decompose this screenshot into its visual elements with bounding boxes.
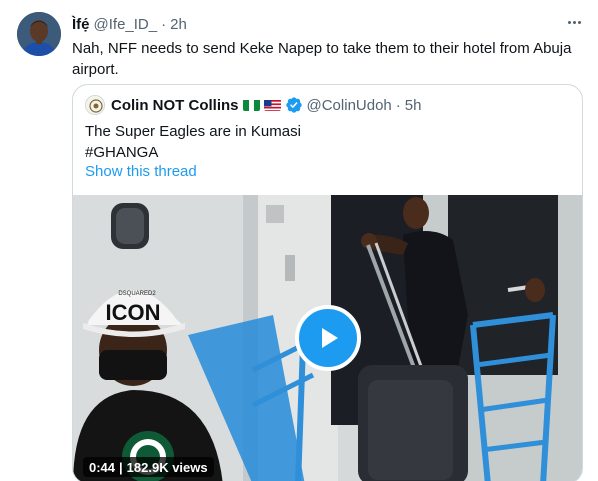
quoted-tweet[interactable]: Colin NOT Collins @ColinUdoh · 5h The Su… — [72, 84, 583, 481]
tweet-timestamp[interactable]: 2h — [170, 16, 187, 33]
play-button[interactable] — [295, 305, 361, 371]
cap-print-text: ICON — [106, 300, 161, 325]
tweet-text: Nah, NFF needs to send Keke Napep to tak… — [72, 40, 572, 78]
video-duration: 0:44 — [89, 459, 116, 475]
play-icon — [322, 328, 338, 348]
video-player[interactable]: ICON DSQUARED2 0:44 | 182.9K views — [73, 195, 582, 481]
tweet-header: Ìfẹ́ @Ife_ID_ · 2h — [72, 14, 187, 34]
quoted-tweet-text: The Super Eagles are in Kumasi #GHANGA — [85, 121, 565, 163]
nigeria-flag-icon — [242, 99, 260, 111]
verified-badge-icon — [285, 96, 303, 114]
quoted-author-avatar — [85, 95, 105, 115]
author-avatar[interactable] — [17, 12, 61, 56]
video-views: 182.9K views — [126, 459, 208, 475]
badge-separator: | — [119, 459, 123, 475]
author-name[interactable]: Ìfẹ́ — [72, 16, 90, 33]
separator-dot: · — [395, 96, 401, 114]
quoted-text-line: The Super Eagles are in Kumasi — [85, 123, 301, 140]
separator-dot: · — [161, 15, 167, 33]
author-handle[interactable]: @Ife_ID_ — [94, 16, 158, 33]
video-stats-badge: 0:44 | 182.9K views — [83, 457, 214, 477]
cap-brand-text: DSQUARED2 — [118, 291, 156, 297]
quoted-tweet-timestamp[interactable]: 5h — [405, 97, 422, 114]
quoted-tweet-header: Colin NOT Collins @ColinUdoh · 5h — [85, 95, 421, 115]
tweet[interactable]: Ìfẹ́ @Ife_ID_ · 2h Nah, NFF needs to sen… — [0, 0, 598, 481]
quoted-author-name[interactable]: Colin NOT Collins — [111, 97, 239, 114]
us-flag-icon — [263, 99, 281, 111]
quoted-hashtag[interactable]: #GHANGA — [85, 142, 565, 163]
show-thread-link[interactable]: Show this thread — [85, 161, 197, 182]
more-icon[interactable] — [562, 12, 586, 32]
quoted-author-handle[interactable]: @ColinUdoh — [307, 97, 392, 114]
